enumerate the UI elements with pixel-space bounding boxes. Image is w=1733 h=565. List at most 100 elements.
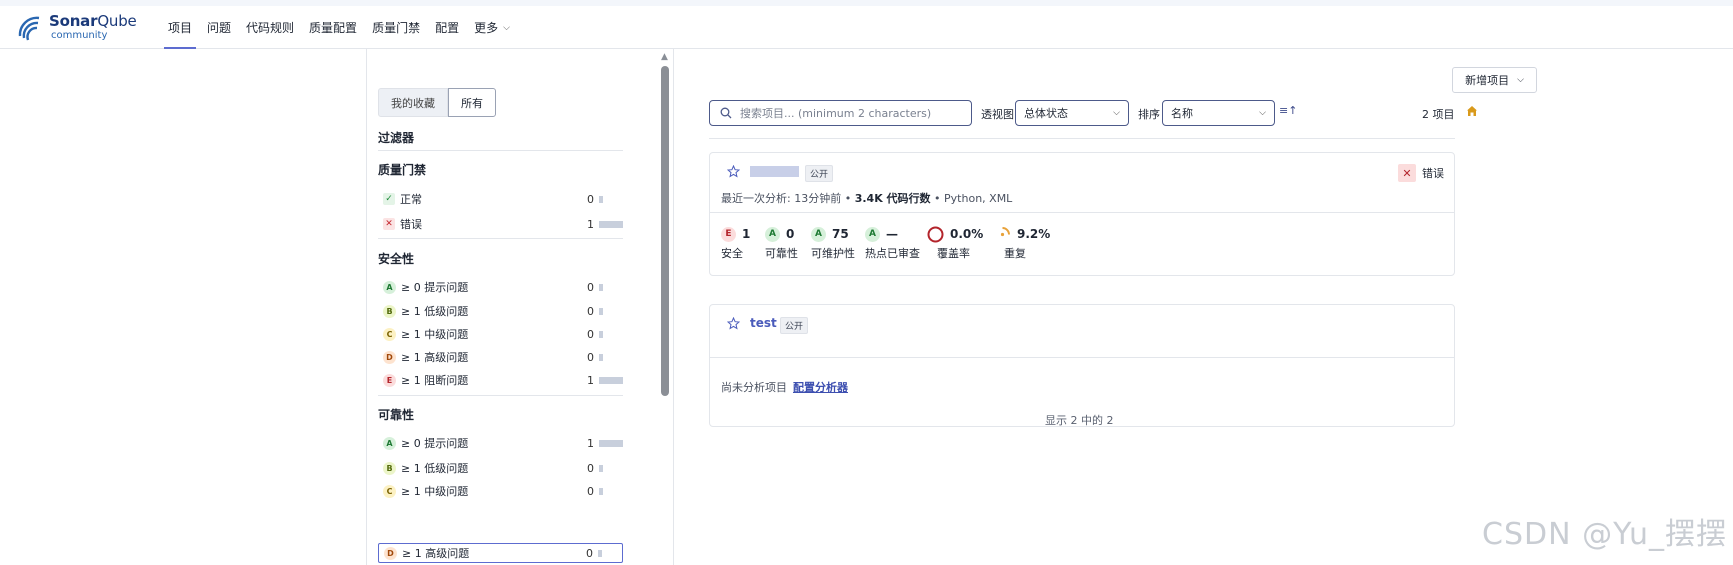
reliability-filter-title: 可靠性 [378,408,415,422]
project-name-link[interactable]: test [750,316,777,330]
pagination-summary: 显示 2 中的 2 [1045,414,1114,427]
security-filter-title: 安全性 [378,252,415,266]
nav-quality-gates[interactable]: 质量门禁 [372,6,420,49]
sort-select[interactable]: 名称 ⌵ [1162,100,1275,126]
filter-label: ≥ 1 高级问题 [401,351,469,364]
watermark: CSDN @Yu_摆摆 [1482,517,1727,552]
filter-sidebar: 我的收藏 所有 过滤器 质量门禁 ✓ 正常 0 ✕ 错误 1 安全性 A ≥ 0… [366,49,674,565]
grade-d-icon: D [384,546,397,560]
filter-bar [599,220,623,228]
toggle-all[interactable]: 所有 [448,88,496,117]
scroll-up-icon[interactable]: ▲ [661,52,668,62]
grade-c-icon: C [383,484,396,498]
filter-bar [598,549,602,557]
languages: Python, XML [944,192,1013,205]
search-placeholder: 搜索项目... (minimum 2 characters) [740,107,932,120]
filter-label: ≥ 1 中级问题 [401,485,469,498]
filter-security-c[interactable]: C ≥ 1 中级问题 0 [378,324,623,344]
filter-count: 0 [587,461,594,475]
filter-qg-error[interactable]: ✕ 错误 1 [378,214,623,234]
grade-d-icon: D [383,350,396,364]
check-icon: ✓ [383,193,395,205]
divider [709,138,1455,139]
filter-security-d[interactable]: D ≥ 1 高级问题 0 [378,347,623,367]
grade-e-icon: E [721,226,736,242]
nav-rules[interactable]: 代码规则 [246,6,294,49]
filter-bar [599,376,623,384]
metric-duplications[interactable]: 9.2% 重复 [994,225,1050,261]
grade-b-icon: B [383,304,396,318]
filter-security-b[interactable]: B ≥ 1 低级问题 0 [378,301,623,321]
scroll-thumb[interactable] [661,66,669,396]
metric-coverage[interactable]: 0.0% 覆盖率 [927,225,983,261]
search-icon [720,107,732,119]
filter-bar [599,330,603,338]
filter-count: 0 [587,327,594,341]
star-icon[interactable] [727,165,740,178]
visibility-badge: 公开 [805,165,834,182]
project-card: test 公开 尚未分析项目 配置分析器 [709,304,1455,427]
divider [378,238,623,239]
perspective-select[interactable]: 总体状态 ⌵ [1015,100,1129,126]
filter-label: ≥ 0 提示问题 [401,437,469,450]
filter-label: ≥ 1 高级问题 [402,547,470,560]
filter-count: 1 [587,436,594,450]
project-name-redacted[interactable] [750,166,799,177]
filter-security-a[interactable]: A ≥ 0 提示问题 0 [378,277,623,297]
not-analyzed-text: 尚未分析项目 [721,381,787,394]
new-project-label: 新增项目 [1465,74,1510,87]
nav-administration[interactable]: 配置 [435,6,459,49]
filter-reliability-d[interactable]: D ≥ 1 高级问题 0 [378,543,623,563]
quality-gate-label: 错误 [1422,167,1444,180]
star-icon[interactable] [727,317,740,330]
grade-a-icon: A [765,226,780,242]
nav-more[interactable]: 更多 ⌵ [474,6,510,49]
brand-name: SonarQube [49,12,137,30]
grade-e-icon: E [383,373,396,387]
configure-analysis-link[interactable]: 配置分析器 [793,381,848,394]
metric-value: 1 [742,227,751,241]
new-project-button[interactable]: 新增项目 ⌵ [1452,67,1537,93]
metric-name: 可靠性 [765,247,798,260]
sort-direction-icon[interactable]: ≡↑ [1279,104,1297,117]
filter-qg-ok[interactable]: ✓ 正常 0 [378,189,623,209]
metric-name: 覆盖率 [937,247,970,260]
metric-name: 安全 [721,247,743,260]
projects-main: 新增项目 ⌵ 搜索项目... (minimum 2 characters) 透视… [675,49,1733,565]
nav-quality-profiles[interactable]: 质量配置 [309,6,357,49]
filter-reliability-b[interactable]: B ≥ 1 低级问题 0 [378,458,623,478]
nav-projects[interactable]: 项目 [163,6,197,49]
project-search-input[interactable]: 搜索项目... (minimum 2 characters) [709,100,972,126]
filter-reliability-a[interactable]: A ≥ 0 提示问题 1 [378,433,623,453]
perspective-value: 总体状态 [1024,107,1068,120]
sidebar-scrollbar[interactable]: ▲ [658,52,672,565]
filter-bar [599,307,603,315]
filter-reliability-c[interactable]: C ≥ 1 中级问题 0 [378,481,623,501]
project-card: 公开 ✕ 错误 最近一次分析: 13分钟前 • 3.4K 代码行数 • Pyth… [709,152,1455,276]
filter-bar [599,283,603,291]
sonarqube-logo[interactable]: SonarQube community [17,12,142,46]
grade-a-icon: A [383,436,396,450]
filter-label: ≥ 0 提示问题 [401,281,469,294]
filter-security-e[interactable]: E ≥ 1 阻断问题 1 [378,370,623,390]
metric-maintainability[interactable]: A 75 可维护性 [811,225,855,261]
filter-label: ≥ 1 中级问题 [401,328,469,341]
metric-security[interactable]: E1 安全 [721,225,750,261]
metric-name: 重复 [1004,247,1026,260]
grade-a-icon: A [811,226,826,242]
metric-reliability[interactable]: A0 可靠性 [765,225,798,261]
toggle-favorites[interactable]: 我的收藏 [378,88,448,117]
metric-hotspots-reviewed[interactable]: A — 热点已审查 [865,225,920,261]
project-meta: 最近一次分析: 13分钟前 • 3.4K 代码行数 • Python, XML [721,192,1013,205]
quality-gate-status: ✕ 错误 [1398,164,1444,182]
lines-of-code: 3.4K 代码行数 [854,192,931,205]
metric-value: — [886,227,898,241]
favorites-toggle: 我的收藏 所有 [378,88,496,117]
filter-count: 1 [587,373,594,387]
sonar-waves-icon [18,16,40,41]
home-icon[interactable] [1466,105,1478,117]
filter-count: 0 [587,484,594,498]
nav-issues[interactable]: 问题 [207,6,231,49]
x-icon: ✕ [1398,164,1416,182]
x-icon: ✕ [383,218,395,230]
